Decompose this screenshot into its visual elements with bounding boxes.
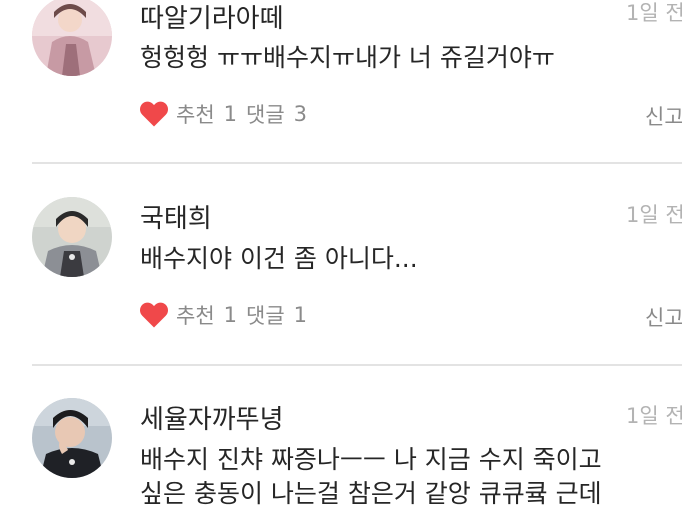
comment-text-line: 배수지 진챠 짜증나ㅡㅡ 나 지금 수지 죽이고: [140, 445, 602, 474]
comment-text-line: 배수지야 이건 좀 아니다...: [140, 244, 418, 273]
divider: [32, 364, 682, 366]
avatar[interactable]: [32, 398, 112, 478]
heart-icon[interactable]: [139, 301, 169, 329]
user-avatar-image: [32, 197, 112, 277]
comment-text-line: 헝헝헝 ㅠㅠ배수지ㅠ내가 너 쥬길거야ㅠ: [140, 43, 555, 72]
comment-text-line: 싶은 충동이 나는걸 참은거 같앙 큐큐큨 근데: [140, 479, 602, 508]
comment-time: 1일 전: [626, 1, 682, 25]
reply-count: 1: [293, 303, 308, 327]
reply-label[interactable]: 댓글: [246, 99, 285, 129]
like-count: 1: [223, 303, 238, 327]
comment-username[interactable]: 국태희: [140, 198, 212, 235]
heart-icon[interactable]: [139, 100, 169, 128]
comment-actions: 추천 1 댓글 1: [139, 300, 307, 330]
like-count: 1: [223, 102, 238, 126]
user-avatar-image: [32, 0, 112, 76]
like-label[interactable]: 추천: [176, 99, 215, 129]
like-label[interactable]: 추천: [176, 300, 215, 330]
reply-count: 3: [293, 102, 308, 126]
avatar[interactable]: [32, 197, 112, 277]
reply-label[interactable]: 댓글: [246, 300, 285, 330]
avatar[interactable]: [32, 0, 112, 76]
report-button[interactable]: 신고: [645, 302, 682, 332]
divider: [32, 162, 682, 164]
comment-username[interactable]: 따알기라아떼: [140, 0, 284, 35]
user-avatar-image: [32, 398, 112, 478]
comment-actions: 추천 1 댓글 3: [139, 99, 307, 129]
comment-time: 1일 전: [626, 404, 682, 428]
report-button[interactable]: 신고: [645, 101, 682, 131]
comment-username[interactable]: 세율자까뚜녕: [140, 399, 284, 436]
comment-time: 1일 전: [626, 203, 682, 227]
